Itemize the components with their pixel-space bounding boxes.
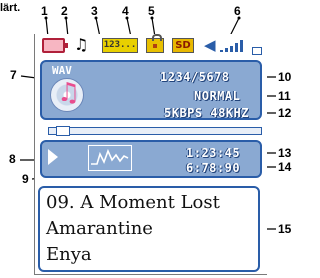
counter-icon: 123... xyxy=(102,38,138,53)
callout-12: 12 xyxy=(278,106,292,120)
music-note-icon: ♫ xyxy=(74,35,89,54)
window-icon xyxy=(252,47,262,55)
callout-8: 8 xyxy=(9,152,16,166)
lock-icon xyxy=(146,34,164,53)
callout-1: 1 xyxy=(41,4,48,18)
total-time: 6:78:90 xyxy=(186,161,241,175)
status-bar: ♫ 123... SD ◀ xyxy=(36,34,266,56)
play-icon[interactable] xyxy=(48,149,58,165)
callout-13: 13 xyxy=(278,146,292,160)
callout-10: 10 xyxy=(278,70,292,84)
bitrate-samplerate: 5KBPS 48KHZ xyxy=(164,106,249,120)
callout-6: 6 xyxy=(234,4,241,18)
track-title: 09. A Moment Lost xyxy=(46,192,220,213)
callout-5: 5 xyxy=(148,4,155,18)
play-mode: NORMAL xyxy=(194,89,241,103)
callout-3: 3 xyxy=(91,4,98,18)
callout-7: 7 xyxy=(10,68,17,82)
album-name: Amarantine xyxy=(46,218,153,239)
callout-4: 4 xyxy=(122,4,129,18)
caption-fragment: lärt. xyxy=(0,2,21,14)
callout-14: 14 xyxy=(278,160,292,174)
progress-bar[interactable] xyxy=(48,127,262,135)
speaker-icon: ◀ xyxy=(204,36,216,54)
track-counter: 1234/5678 xyxy=(160,70,230,84)
waveform-icon xyxy=(88,145,132,171)
elapsed-time: 1:23:45 xyxy=(186,146,241,160)
format-label: WAV xyxy=(52,64,72,77)
artist-name: Enya xyxy=(46,244,92,265)
callout-15: 15 xyxy=(278,222,292,236)
volume-level-icon xyxy=(220,38,254,52)
callout-9: 9 xyxy=(22,172,29,186)
callout-11: 11 xyxy=(278,89,291,103)
progress-thumb[interactable] xyxy=(56,126,70,136)
callout-2: 2 xyxy=(61,4,68,18)
battery-icon xyxy=(42,38,68,53)
sd-card-icon: SD xyxy=(172,38,194,53)
music-note-art-icon: ♫ xyxy=(57,78,81,108)
